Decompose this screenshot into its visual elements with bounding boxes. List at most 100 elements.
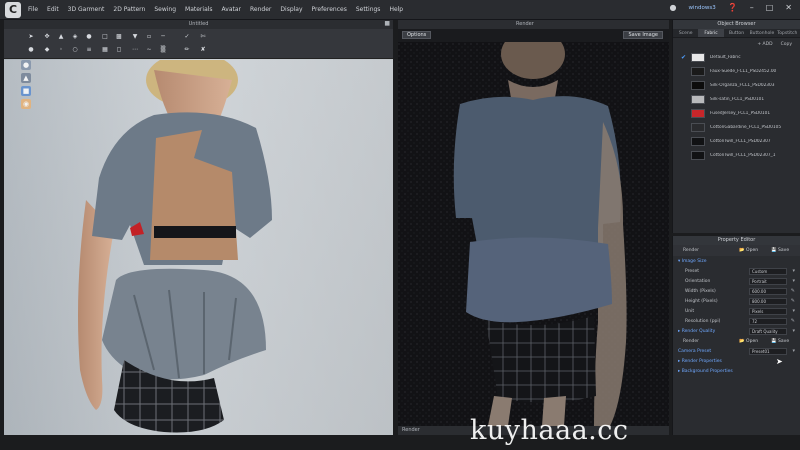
camera-preset-dropdown-icon[interactable]: ▾ xyxy=(792,348,795,354)
watermark-text: kuyhaaa.cc xyxy=(470,415,629,446)
background-properties-section[interactable]: ▸ Background Properties xyxy=(673,366,800,376)
close-icon[interactable]: ✕ xyxy=(785,3,792,12)
trace-tool-icon[interactable]: ◻ xyxy=(114,45,124,54)
menu-settings[interactable]: Settings xyxy=(356,6,381,13)
zip-tool-icon[interactable]: ⋯ xyxy=(130,45,140,54)
scissor-tool-icon[interactable]: ✘ xyxy=(198,45,208,54)
fabric-swatch xyxy=(691,52,705,62)
mouse-cursor-icon: ➤ xyxy=(776,357,783,366)
save-image-button[interactable]: Save Image xyxy=(623,31,663,39)
image-size-section[interactable]: ▾ Image Size xyxy=(673,256,800,266)
property-value-field[interactable]: Custom xyxy=(749,267,787,275)
fabric-row[interactable]: ✔ Default_Fabric xyxy=(673,50,800,64)
property-row: Resolution (ppi) 72 ✎ xyxy=(673,316,800,326)
measure-tool-icon[interactable]: □ xyxy=(100,32,110,41)
edit-icon[interactable]: ✎ xyxy=(791,288,795,294)
fabric-row[interactable]: CottonTwill_FCL1_PSD02307 xyxy=(673,134,800,148)
menu-2d-pattern[interactable]: 2D Pattern xyxy=(113,6,145,13)
fabric-row[interactable]: FusedJersey_FCL1_PSD0101 xyxy=(673,106,800,120)
viewport-3d[interactable]: Untitled ■ ➤ ✥ ▲ ◈ ● □ ▩ ▼ ▫ ─ ✓ ✄ ● ◆ ◦… xyxy=(4,20,393,435)
menu-file[interactable]: File xyxy=(28,6,38,13)
edit-icon[interactable]: ✎ xyxy=(791,318,795,324)
select-tool-icon[interactable]: ➤ xyxy=(26,32,36,41)
fabric-row[interactable]: CottonGabardine_FCL1_PSD0105 xyxy=(673,120,800,134)
edit-icon[interactable]: ✎ xyxy=(791,298,795,304)
property-value-field[interactable]: Portrait xyxy=(749,277,787,285)
fabric-name: CottonGabardine_FCL1_PSD0105 xyxy=(710,124,782,130)
help-icon[interactable]: ❓ xyxy=(728,3,738,12)
arrange-tool-icon[interactable]: ◆ xyxy=(42,45,52,54)
menu-edit[interactable]: Edit xyxy=(47,6,59,13)
render-open-button[interactable]: 📂 Open xyxy=(739,339,758,344)
render-quality-dropdown-icon[interactable]: ▾ xyxy=(792,328,795,334)
strain-tool-icon[interactable]: ▫ xyxy=(144,32,154,41)
line-tool-icon[interactable]: ─ xyxy=(158,32,168,41)
render-quality-section-label: ▸ Render Quality xyxy=(678,328,716,334)
tab-topstitch[interactable]: Topstitch xyxy=(775,29,800,37)
property-value-field[interactable]: 800.00 xyxy=(749,297,787,305)
simulate-tool-icon[interactable]: ▼ xyxy=(130,32,140,41)
menu-materials[interactable]: Materials xyxy=(185,6,213,13)
save-preset-button[interactable]: 💾 Save xyxy=(771,248,789,253)
property-editor-panel: Property Editor Render 📂 Open 💾 Save ▾ I… xyxy=(672,236,800,435)
open-preset-button[interactable]: 📂 Open xyxy=(739,248,758,253)
fold-tool-icon[interactable]: ▲ xyxy=(56,32,66,41)
options-button[interactable]: Options xyxy=(402,31,432,39)
menu-help[interactable]: Help xyxy=(389,6,403,13)
tab-fabric[interactable]: Fabric xyxy=(698,29,724,37)
dropdown-icon[interactable]: ▾ xyxy=(792,268,795,274)
graphic-tool-icon[interactable]: ▒ xyxy=(158,45,168,54)
dropdown-icon[interactable]: ▾ xyxy=(792,278,795,284)
fabric-row[interactable]: Silk-Organza_FCL1_PSD02303 xyxy=(673,78,800,92)
tab-button[interactable]: Button xyxy=(724,29,749,37)
viewport-float-icon[interactable]: ■ xyxy=(384,20,390,27)
camera-preset-select[interactable]: Preset01 xyxy=(749,347,787,355)
avatar-3d-model[interactable] xyxy=(4,60,393,435)
property-row: Orientation Portrait ▾ xyxy=(673,276,800,286)
seam-tool-icon[interactable]: ◦ xyxy=(56,45,66,54)
menu-render[interactable]: Render xyxy=(250,6,271,13)
pen-tool-icon[interactable]: ✏ xyxy=(182,45,192,54)
menu-preferences[interactable]: Preferences xyxy=(312,6,347,13)
tab-buttonhole[interactable]: Buttonhole xyxy=(749,29,775,37)
fabric-name: CottonTwill_FCL1_PSD02307 xyxy=(710,138,771,144)
texture-tool-icon[interactable]: ▦ xyxy=(100,45,110,54)
move-tool-icon[interactable]: ✥ xyxy=(42,32,52,41)
fabric-row[interactable]: Silk-satin_FCL1_PSD0101 xyxy=(673,92,800,106)
render-save-label: Save xyxy=(778,338,790,344)
fit-tool-icon[interactable]: ▩ xyxy=(114,32,124,41)
button-tool-icon[interactable]: ○ xyxy=(70,45,80,54)
tack-tool-icon[interactable]: ● xyxy=(84,32,94,41)
user-icon[interactable]: ● xyxy=(670,3,677,12)
menu-3d-garment[interactable]: 3D Garment xyxy=(68,6,105,13)
fabric-swatch xyxy=(691,136,705,146)
fabric-swatch xyxy=(691,94,705,104)
copy-fabric-button[interactable]: Copy xyxy=(781,42,792,47)
property-value-field[interactable]: 600.00 xyxy=(749,287,787,295)
dropdown-icon[interactable]: ▾ xyxy=(792,308,795,314)
avatar-tool-icon[interactable]: ● xyxy=(26,45,36,54)
render-save-button[interactable]: 💾 Save xyxy=(771,339,789,344)
cut-tool-icon[interactable]: ✄ xyxy=(198,32,208,41)
menu-sewing[interactable]: Sewing xyxy=(154,6,176,13)
pin-tool-icon[interactable]: ◈ xyxy=(70,32,80,41)
tab-scene[interactable]: Scene xyxy=(673,29,698,37)
property-value-field[interactable]: Pixels xyxy=(749,307,787,315)
maximize-icon[interactable]: □ xyxy=(766,3,774,12)
fabric-row[interactable]: CottonTwill_FCL1_PSD02307_1 xyxy=(673,148,800,162)
add-fabric-button[interactable]: + ADD xyxy=(757,42,772,47)
render-preset-label: Render xyxy=(683,248,700,253)
puckering-tool-icon[interactable]: ∼ xyxy=(144,45,154,54)
menu-avatar[interactable]: Avatar xyxy=(222,6,241,13)
user-name[interactable]: windows3 xyxy=(689,5,716,11)
brush-tool-icon[interactable]: ✓ xyxy=(182,32,192,41)
camera-preset-row: Camera Preset Preset01 ▾ xyxy=(673,346,800,356)
topstitch-tool-icon[interactable]: ≡ xyxy=(84,45,94,54)
fabric-row[interactable]: Faux-Suede_FCL1_PSD2452.00 xyxy=(673,64,800,78)
render-window[interactable]: Render Options Save Image Render xyxy=(398,20,669,435)
fabric-name: Silk-satin_FCL1_PSD0101 xyxy=(710,96,765,102)
render-quality-select[interactable]: Draft Quality xyxy=(749,327,787,335)
property-value-field[interactable]: 72 xyxy=(749,317,787,325)
menu-display[interactable]: Display xyxy=(280,6,302,13)
minimize-icon[interactable]: – xyxy=(750,3,754,12)
